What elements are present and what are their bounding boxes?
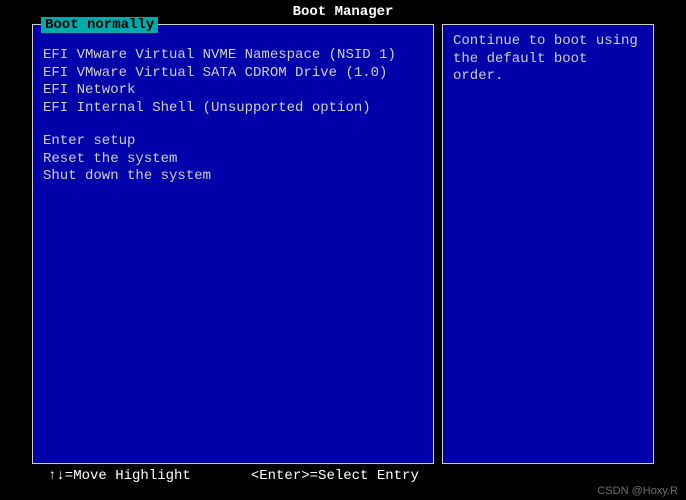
hint-move: ↑↓=Move Highlight [48, 468, 191, 484]
boot-option[interactable]: EFI VMware Virtual NVME Namespace (NSID … [43, 47, 423, 65]
selected-boot-option[interactable]: Boot normally [41, 17, 158, 33]
boot-menu-list: EFI VMware Virtual NVME Namespace (NSID … [43, 47, 423, 186]
system-option-setup[interactable]: Enter setup [43, 133, 423, 151]
system-option-shutdown[interactable]: Shut down the system [43, 168, 423, 186]
boot-option[interactable]: EFI Internal Shell (Unsupported option) [43, 100, 423, 118]
boot-options-panel: Boot normally EFI VMware Virtual NVME Na… [32, 24, 434, 464]
help-panel: Continue to boot using the default boot … [442, 24, 654, 464]
boot-option[interactable]: EFI Network [43, 82, 423, 100]
help-text-line: Continue to boot using [453, 33, 643, 51]
menu-spacer [43, 117, 423, 133]
help-text-line: the default boot order. [453, 51, 643, 86]
system-option-reset[interactable]: Reset the system [43, 151, 423, 169]
main-container: Boot normally EFI VMware Virtual NVME Na… [0, 24, 686, 464]
footer-hints: ↑↓=Move Highlight <Enter>=Select Entry [0, 464, 686, 488]
watermark: CSDN @Hoxy.R [597, 485, 678, 497]
hint-select: <Enter>=Select Entry [251, 468, 419, 484]
boot-option[interactable]: EFI VMware Virtual SATA CDROM Drive (1.0… [43, 65, 423, 83]
